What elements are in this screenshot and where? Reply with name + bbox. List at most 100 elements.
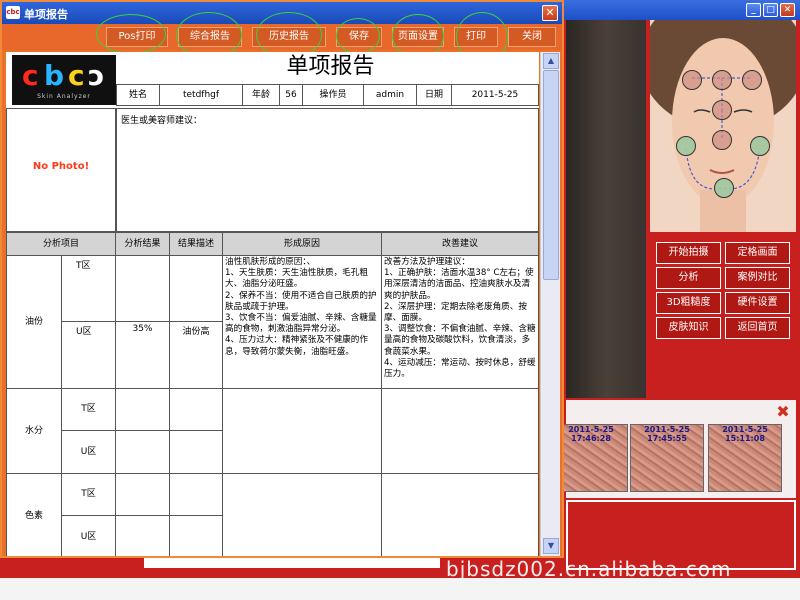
desc-cell [169,255,223,322]
row-item-pigment: 色素 [6,473,62,556]
zone-forehead-left[interactable] [682,70,702,90]
maximize-button[interactable]: □ [763,3,778,17]
operator-label: 操作员 [302,84,364,106]
zone-label: U区 [80,447,97,457]
date-label: 日期 [416,84,452,106]
face-zone-diagram [650,20,796,232]
logo-letter: ɔ [88,59,105,92]
history-report-button[interactable]: 历史报告 [252,27,326,47]
result-cell [115,430,170,474]
report-toolbar: Pos打印 综合报告 历史报告 保存 页面设置 打印 关闭 [2,12,562,62]
suggestion-text: 改善方法及护理建议： 1、正确护肤：洁面水温38° C左右；使用深层清洁的洁面品… [384,257,536,380]
cause-cell [222,388,382,474]
zone-label: T区 [81,489,96,499]
main-titlebar: _ □ ✕ [560,0,800,20]
desc-value: 油份高 [182,327,210,337]
pos-print-button[interactable]: Pos打印 [106,27,168,47]
hardware-settings-button[interactable]: 硬件设置 [725,292,790,314]
suggestion-cell: 改善方法及护理建议： 1、正确护肤：洁面水温38° C左右；使用深层清洁的洁面品… [381,255,539,389]
skin-knowledge-button[interactable]: 皮肤知识 [656,317,721,339]
save-button[interactable]: 保存 [336,27,382,47]
row-item-oil: 油份 [6,255,62,389]
scroll-down-button[interactable]: ▼ [543,538,559,554]
report-dialog: cbc 单项报告 ✕ Pos打印 综合报告 历史报告 保存 页面设置 打印 关闭… [0,0,564,558]
close-report-button[interactable]: 关闭 [508,27,556,47]
result-value: 35% [132,324,153,334]
report-window-title: 单项报告 [24,8,68,21]
desc-cell [169,473,223,516]
item-label: 色素 [24,511,43,521]
scroll-thumb[interactable] [543,70,559,280]
item-label: 水分 [24,426,43,436]
start-capture-button[interactable]: 开始拍摄 [656,242,721,264]
minimize-button[interactable]: _ [746,3,761,17]
zone-cell: U区 [61,430,116,474]
case-compare-button[interactable]: 案例对比 [725,267,790,289]
zone-cell: T区 [61,388,116,431]
age-value: 56 [279,84,303,106]
item-label: 油份 [24,317,43,327]
desc-cell: 油份高 [169,321,223,389]
col-header-result: 分析结果 [115,232,170,256]
cause-text: 油性肌肤形成的原因：、 1、天生肤质：天生油性肤质，毛孔粗大、油脂分泌旺盛。 2… [225,257,377,357]
zone-nose[interactable] [712,130,732,150]
suggestion-cell [381,473,539,556]
row-item-water: 水分 [6,388,62,474]
app-icon: cbc [6,6,20,19]
zone-forehead-right[interactable] [742,70,762,90]
zone-label: U区 [80,532,97,542]
thumbnail-3-date: 2011-5-25 15:11:08 [722,425,768,443]
brand-logo: c b c ɔ Skin Analyzer [12,55,116,105]
report-close-button[interactable]: ✕ [542,5,558,21]
logo-letter: b [44,59,65,92]
advice-cell: 医生或美容师建议： [116,108,539,232]
thumbnail-strip: 2011-5-25 17:46:28 2011-5-25 17:45:55 20… [554,400,796,498]
cause-cell [222,473,382,556]
col-header-item: 分析项目 [6,232,116,256]
thumbnail-1-date: 2011-5-25 17:46:28 [568,425,614,443]
result-cell [115,255,170,322]
zone-cheek-left[interactable] [676,136,696,156]
freeze-frame-button[interactable]: 定格画面 [725,242,790,264]
logo-letter: c [68,59,85,92]
zone-cell: U区 [61,321,116,389]
report-scrollbar[interactable]: ▲ ▼ [540,52,560,556]
logo-letter: c [22,59,39,92]
zone-nose-bridge[interactable] [712,100,732,120]
thumbnail-2-date: 2011-5-25 17:45:55 [644,425,690,443]
roughness-3d-button[interactable]: 3D粗糙度 [656,292,721,314]
return-home-button[interactable]: 返回首页 [725,317,790,339]
advice-label: 医生或美容师建议： [121,116,203,126]
cause-cell: 油性肌肤形成的原因：、 1、天生肤质：天生油性肤质，毛孔粗大、油脂分泌旺盛。 2… [222,255,382,389]
zone-label: T区 [81,404,96,414]
report-page: c b c ɔ Skin Analyzer 单项报告 姓名 tetdfhgf 年… [6,52,539,556]
date-value: 2011-5-25 [451,84,539,106]
zone-cheek-right[interactable] [750,136,770,156]
analyze-button[interactable]: 分析 [656,267,721,289]
page-setup-button[interactable]: 页面设置 [392,27,444,47]
zone-label: T区 [76,261,91,271]
col-header-desc: 结果描述 [169,232,223,256]
report-heading: 单项报告 [286,54,375,79]
report-titlebar: cbc 单项报告 ✕ [2,2,562,24]
photo-cell: No Photo! [6,108,116,232]
result-cell: 35% [115,321,170,389]
col-header-cause: 形成原因 [222,232,382,256]
desc-cell [169,430,223,474]
zone-chin[interactable] [714,178,734,198]
zone-forehead-center[interactable] [712,70,732,90]
age-label: 年龄 [242,84,280,106]
main-close-button[interactable]: ✕ [780,3,795,17]
scroll-up-button[interactable]: ▲ [543,53,559,69]
summary-report-button[interactable]: 综合报告 [178,27,242,47]
result-cell [115,388,170,431]
col-header-suggestion: 改善建议 [381,232,539,256]
delete-photo-icon[interactable]: ✖ [774,403,792,421]
operator-value: admin [363,84,417,106]
zone-cell: T区 [61,473,116,516]
suggestion-cell [381,388,539,474]
bottom-strip [0,578,800,600]
print-button[interactable]: 打印 [454,27,498,47]
face-guide-lines [685,77,761,190]
camera-preview [566,20,646,398]
